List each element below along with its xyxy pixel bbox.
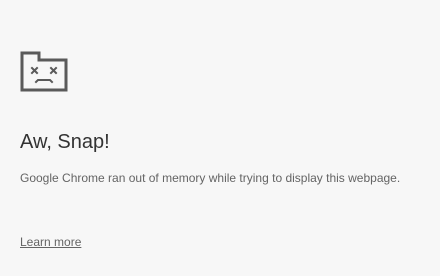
learn-more-link[interactable]: Learn more <box>20 235 81 249</box>
error-message: Google Chrome ran out of memory while tr… <box>20 171 401 185</box>
error-title: Aw, Snap! <box>20 131 110 153</box>
sad-tab-icon <box>19 49 69 93</box>
